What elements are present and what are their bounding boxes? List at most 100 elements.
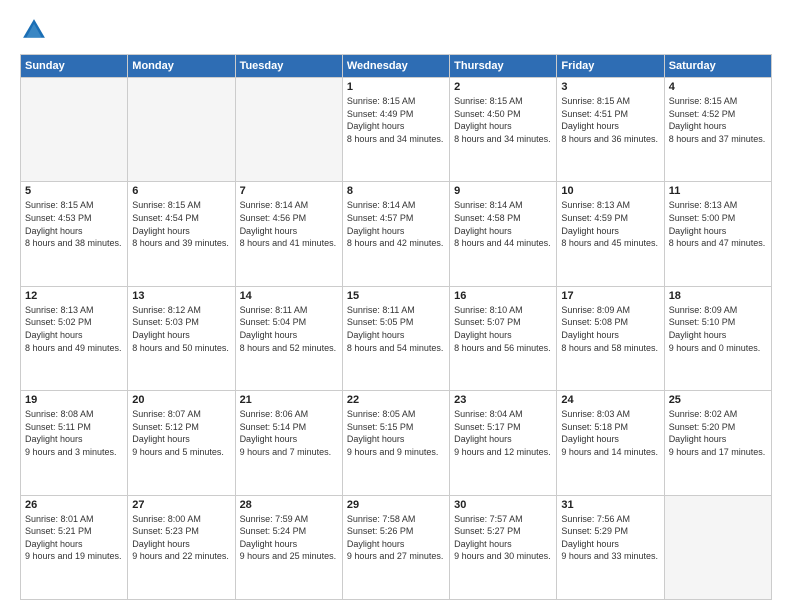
week-row-3: 12 Sunrise: 8:13 AMSunset: 5:02 PMDayligh… (21, 286, 772, 390)
cell-info: Sunrise: 8:01 AMSunset: 5:21 PMDaylight … (25, 513, 123, 563)
week-row-4: 19 Sunrise: 8:08 AMSunset: 5:11 PMDayligh… (21, 391, 772, 495)
cell-info: Sunrise: 8:09 AMSunset: 5:08 PMDaylight … (561, 304, 659, 354)
day-number: 16 (454, 290, 552, 302)
cell-info: Sunrise: 8:15 AMSunset: 4:52 PMDaylight … (669, 95, 767, 145)
calendar-cell: 28 Sunrise: 7:59 AMSunset: 5:24 PMDayligh… (235, 495, 342, 599)
cell-info: Sunrise: 8:02 AMSunset: 5:20 PMDaylight … (669, 408, 767, 458)
day-number: 1 (347, 81, 445, 93)
cell-info: Sunrise: 8:06 AMSunset: 5:14 PMDaylight … (240, 408, 338, 458)
calendar-cell: 10 Sunrise: 8:13 AMSunset: 4:59 PMDayligh… (557, 182, 664, 286)
calendar-cell: 23Sunrise: 8:04 AMSunset: 5:17 PMDayligh… (450, 391, 557, 495)
day-number: 4 (669, 81, 767, 93)
day-number: 2 (454, 81, 552, 93)
day-number: 11 (669, 185, 767, 197)
calendar-cell: 17 Sunrise: 8:09 AMSunset: 5:08 PMDayligh… (557, 286, 664, 390)
calendar-cell: 18 Sunrise: 8:09 AMSunset: 5:10 PMDayligh… (664, 286, 771, 390)
calendar-cell (128, 78, 235, 182)
calendar-cell: 9Sunrise: 8:14 AMSunset: 4:58 PMDaylight… (450, 182, 557, 286)
calendar-cell: 16 Sunrise: 8:10 AMSunset: 5:07 PMDayligh… (450, 286, 557, 390)
calendar-cell: 31 Sunrise: 7:56 AMSunset: 5:29 PMDayligh… (557, 495, 664, 599)
calendar-cell: 3 Sunrise: 8:15 AMSunset: 4:51 PMDaylight… (557, 78, 664, 182)
cell-info: Sunrise: 8:13 AMSunset: 5:02 PMDaylight … (25, 304, 123, 354)
calendar-cell: 24Sunrise: 8:03 AMSunset: 5:18 PMDayligh… (557, 391, 664, 495)
cell-info: Sunrise: 8:15 AMSunset: 4:50 PMDaylight … (454, 95, 552, 145)
calendar-cell: 5Sunrise: 8:15 AMSunset: 4:53 PMDaylight… (21, 182, 128, 286)
cell-info: Sunrise: 8:03 AMSunset: 5:18 PMDaylight … (561, 408, 659, 458)
day-number: 14 (240, 290, 338, 302)
cell-info: Sunrise: 8:15 AMSunset: 4:49 PMDaylight … (347, 95, 445, 145)
cell-info: Sunrise: 7:56 AMSunset: 5:29 PMDaylight … (561, 513, 659, 563)
calendar-cell: 21 Sunrise: 8:06 AMSunset: 5:14 PMDayligh… (235, 391, 342, 495)
day-number: 30 (454, 499, 552, 511)
weekday-tuesday: Tuesday (235, 55, 342, 78)
calendar-cell: 1 Sunrise: 8:15 AMSunset: 4:49 PMDaylight… (342, 78, 449, 182)
calendar-cell: 2 Sunrise: 8:15 AMSunset: 4:50 PMDaylight… (450, 78, 557, 182)
cell-info: Sunrise: 8:12 AMSunset: 5:03 PMDaylight … (132, 304, 230, 354)
cell-info: Sunrise: 8:07 AMSunset: 5:12 PMDaylight … (132, 408, 230, 458)
cell-info: Sunrise: 8:13 AMSunset: 4:59 PMDaylight … (561, 199, 659, 249)
day-number: 15 (347, 290, 445, 302)
day-number: 12 (25, 290, 123, 302)
calendar-cell: 30 Sunrise: 7:57 AMSunset: 5:27 PMDayligh… (450, 495, 557, 599)
day-number: 19 (25, 394, 123, 406)
logo (20, 16, 52, 44)
cell-info: Sunrise: 7:57 AMSunset: 5:27 PMDaylight … (454, 513, 552, 563)
calendar-cell: 15 Sunrise: 8:11 AMSunset: 5:05 PMDayligh… (342, 286, 449, 390)
cell-info: Sunrise: 8:09 AMSunset: 5:10 PMDaylight … (669, 304, 767, 354)
cell-info: Sunrise: 7:59 AMSunset: 5:24 PMDaylight … (240, 513, 338, 563)
day-number: 27 (132, 499, 230, 511)
calendar-cell (664, 495, 771, 599)
week-row-1: 1 Sunrise: 8:15 AMSunset: 4:49 PMDaylight… (21, 78, 772, 182)
day-number: 20 (132, 394, 230, 406)
cell-info: Sunrise: 8:10 AMSunset: 5:07 PMDaylight … (454, 304, 552, 354)
weekday-friday: Friday (557, 55, 664, 78)
day-number: 26 (25, 499, 123, 511)
calendar-cell: 4 Sunrise: 8:15 AMSunset: 4:52 PMDaylight… (664, 78, 771, 182)
day-number: 7 (240, 185, 338, 197)
day-number: 25 (669, 394, 767, 406)
calendar-cell (21, 78, 128, 182)
calendar-cell: 13 Sunrise: 8:12 AMSunset: 5:03 PMDayligh… (128, 286, 235, 390)
day-number: 28 (240, 499, 338, 511)
calendar-cell: 25 Sunrise: 8:02 AMSunset: 5:20 PMDayligh… (664, 391, 771, 495)
day-number: 6 (132, 185, 230, 197)
calendar-cell: 26 Sunrise: 8:01 AMSunset: 5:21 PMDayligh… (21, 495, 128, 599)
calendar-cell: 7Sunrise: 8:14 AMSunset: 4:56 PMDaylight… (235, 182, 342, 286)
day-number: 17 (561, 290, 659, 302)
weekday-header-row: SundayMondayTuesdayWednesdayThursdayFrid… (21, 55, 772, 78)
cell-info: Sunrise: 8:00 AMSunset: 5:23 PMDaylight … (132, 513, 230, 563)
day-number: 10 (561, 185, 659, 197)
weekday-wednesday: Wednesday (342, 55, 449, 78)
weekday-thursday: Thursday (450, 55, 557, 78)
cell-info: Sunrise: 8:15 AMSunset: 4:51 PMDaylight … (561, 95, 659, 145)
cell-info: Sunrise: 8:15 AMSunset: 4:54 PMDaylight … (132, 199, 230, 249)
calendar-table: SundayMondayTuesdayWednesdayThursdayFrid… (20, 54, 772, 600)
week-row-5: 26 Sunrise: 8:01 AMSunset: 5:21 PMDayligh… (21, 495, 772, 599)
day-number: 13 (132, 290, 230, 302)
day-number: 31 (561, 499, 659, 511)
page: SundayMondayTuesdayWednesdayThursdayFrid… (0, 0, 792, 612)
day-number: 18 (669, 290, 767, 302)
day-number: 22 (347, 394, 445, 406)
calendar-cell: 6 Sunrise: 8:15 AMSunset: 4:54 PMDaylight… (128, 182, 235, 286)
calendar-cell: 20 Sunrise: 8:07 AMSunset: 5:12 PMDayligh… (128, 391, 235, 495)
calendar-cell: 27 Sunrise: 8:00 AMSunset: 5:23 PMDayligh… (128, 495, 235, 599)
calendar-cell: 8Sunrise: 8:14 AMSunset: 4:57 PMDaylight… (342, 182, 449, 286)
cell-info: Sunrise: 8:04 AMSunset: 5:17 PMDaylight … (454, 408, 552, 458)
cell-info: Sunrise: 8:14 AMSunset: 4:58 PMDaylight … (454, 199, 552, 249)
header (20, 16, 772, 44)
cell-info: Sunrise: 8:11 AMSunset: 5:05 PMDaylight … (347, 304, 445, 354)
calendar-cell: 11Sunrise: 8:13 AMSunset: 5:00 PMDayligh… (664, 182, 771, 286)
day-number: 8 (347, 185, 445, 197)
calendar-cell: 22Sunrise: 8:05 AMSunset: 5:15 PMDayligh… (342, 391, 449, 495)
weekday-monday: Monday (128, 55, 235, 78)
calendar-cell: 12 Sunrise: 8:13 AMSunset: 5:02 PMDayligh… (21, 286, 128, 390)
cell-info: Sunrise: 8:08 AMSunset: 5:11 PMDaylight … (25, 408, 123, 458)
calendar-cell: 14Sunrise: 8:11 AMSunset: 5:04 PMDayligh… (235, 286, 342, 390)
day-number: 21 (240, 394, 338, 406)
weekday-sunday: Sunday (21, 55, 128, 78)
calendar-cell: 19 Sunrise: 8:08 AMSunset: 5:11 PMDayligh… (21, 391, 128, 495)
calendar-cell (235, 78, 342, 182)
week-row-2: 5Sunrise: 8:15 AMSunset: 4:53 PMDaylight… (21, 182, 772, 286)
day-number: 3 (561, 81, 659, 93)
